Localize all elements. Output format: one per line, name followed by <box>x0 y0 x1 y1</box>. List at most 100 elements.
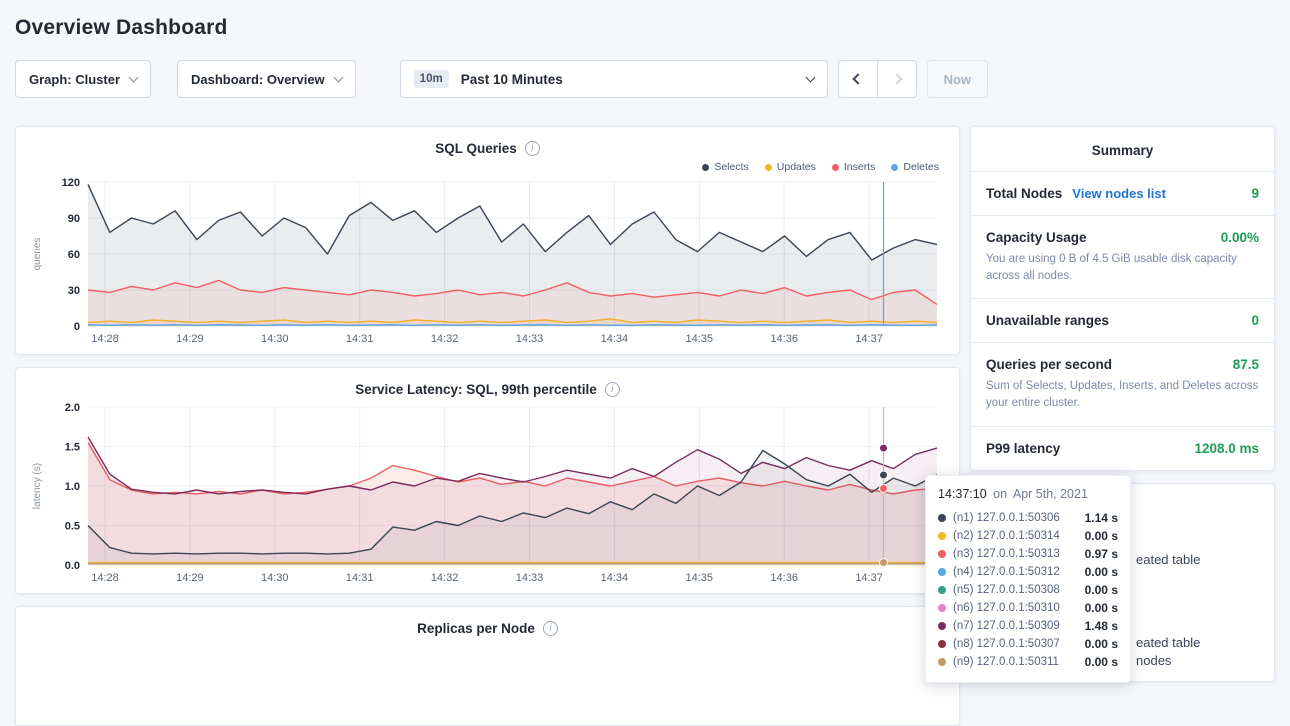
legend-dot-icon <box>891 164 898 171</box>
chart-header: Service Latency: SQL, 99th percentilei <box>28 378 947 399</box>
svg-text:14:33: 14:33 <box>516 333 544 345</box>
chevron-right-icon <box>891 73 902 84</box>
event-item-text[interactable]: eated table <box>1136 635 1200 650</box>
info-icon[interactable]: i <box>525 141 540 156</box>
node-latency-value: 0.00 s <box>1085 601 1118 615</box>
view-nodes-list-link[interactable]: View nodes list <box>1072 186 1166 201</box>
svg-text:14:34: 14:34 <box>601 333 629 345</box>
svg-text:14:36: 14:36 <box>770 572 798 584</box>
legend-label: Updates <box>777 161 816 173</box>
tooltip-node-row: (n5) 127.0.0.1:503080.00 s <box>938 581 1118 599</box>
unavailable-ranges-value: 0 <box>1251 313 1259 328</box>
total-nodes-label: Total Nodes <box>986 186 1062 201</box>
tooltip-node-row: (n9) 127.0.0.1:503110.00 s <box>938 653 1118 671</box>
svg-text:0.0: 0.0 <box>65 560 80 572</box>
unavailable-ranges-label: Unavailable ranges <box>986 313 1109 328</box>
info-icon[interactable]: i <box>543 621 558 636</box>
svg-text:14:30: 14:30 <box>261 333 289 345</box>
tooltip-node-row: (n3) 127.0.0.1:50313 0.97 s <box>938 545 1118 563</box>
tooltip-node-row: (n6) 127.0.0.1:50310 0.00 s <box>938 599 1118 617</box>
svg-text:14:35: 14:35 <box>686 572 714 584</box>
tooltip-node-row: (n7) 127.0.0.1:503091.48 s <box>938 617 1118 635</box>
node-color-dot <box>938 586 946 594</box>
node-color-dot <box>938 550 946 558</box>
summary-queries-per-second: Queries per second 87.5 Sum of Selects, … <box>971 342 1274 425</box>
prev-range-button[interactable] <box>838 60 878 98</box>
summary-p99-latency: P99 latency 1208.0 ms <box>971 426 1274 470</box>
chart-header: Replicas per Node i <box>28 617 947 638</box>
chart-plot-sql-queries[interactable]: 030609012014:2814:2914:3014:3114:3214:33… <box>28 174 949 350</box>
tooltip-node-row: (n4) 127.0.0.1:503120.00 s <box>938 563 1118 581</box>
svg-text:14:31: 14:31 <box>346 572 374 584</box>
node-label: (n6) 127.0.0.1:50310 <box>953 602 1060 614</box>
svg-text:1.0: 1.0 <box>65 481 80 493</box>
chart-title: SQL Queries <box>435 141 517 156</box>
svg-text:14:37: 14:37 <box>855 333 883 345</box>
node-latency-value: 0.00 s <box>1085 637 1118 651</box>
event-item-text[interactable]: eated table <box>1136 552 1200 567</box>
node-color-dot <box>938 568 946 576</box>
legend-dot-icon <box>832 164 839 171</box>
legend-item[interactable]: Inserts <box>832 160 876 174</box>
svg-text:queries: queries <box>32 238 43 271</box>
overview-dashboard-page: Overview Dashboard Graph: Cluster Dashbo… <box>0 0 1290 689</box>
legend-label: Selects <box>714 161 748 173</box>
node-color-dot <box>938 604 946 612</box>
svg-text:14:30: 14:30 <box>261 572 289 584</box>
time-range-label: Past 10 Minutes <box>461 72 563 87</box>
legend-item[interactable]: Selects <box>702 160 748 174</box>
chart-title: Replicas per Node <box>417 621 535 636</box>
svg-text:120: 120 <box>62 177 80 189</box>
p99-latency-value: 1208.0 ms <box>1194 441 1259 456</box>
info-icon[interactable]: i <box>605 382 620 397</box>
next-range-button[interactable] <box>877 60 917 98</box>
node-label: (n4) 127.0.0.1:50312 <box>953 566 1060 578</box>
summary-title: Summary <box>971 127 1274 171</box>
chart-hover-tooltip: 14:37:10 on Apr 5th, 2021 (n1) 127.0.0.1… <box>925 475 1131 683</box>
capacity-usage-label: Capacity Usage <box>986 230 1087 245</box>
dashboard-dropdown-label: Dashboard: Overview <box>191 72 325 87</box>
chart-plot-service-latency[interactable]: 0.00.51.01.52.014:2814:2914:3014:3114:32… <box>28 399 949 589</box>
tooltip-on-word: on <box>993 487 1007 501</box>
time-range-selector[interactable]: 10m Past 10 Minutes <box>400 60 828 98</box>
event-item-text[interactable]: nodes <box>1136 653 1171 668</box>
chart-legend: Selects Updates Inserts Deletes <box>28 158 947 174</box>
svg-text:14:29: 14:29 <box>176 572 204 584</box>
node-latency-value: 1.48 s <box>1085 619 1118 633</box>
legend-dot-icon <box>765 164 772 171</box>
node-color-dot <box>938 622 946 630</box>
summary-unavailable-ranges: Unavailable ranges 0 <box>971 298 1274 342</box>
tooltip-header: 14:37:10 on Apr 5th, 2021 <box>938 487 1118 501</box>
summary-capacity-usage: Capacity Usage 0.00% You are using 0 B o… <box>971 215 1274 298</box>
node-label: (n3) 127.0.0.1:50313 <box>953 548 1060 560</box>
node-label: (n5) 127.0.0.1:50308 <box>953 584 1060 596</box>
node-color-dot <box>938 658 946 666</box>
node-color-dot <box>938 640 946 648</box>
capacity-usage-value: 0.00% <box>1221 230 1259 245</box>
capacity-usage-description: You are using 0 B of 4.5 GiB usable disk… <box>986 251 1259 284</box>
node-latency-value: 0.97 s <box>1085 547 1118 561</box>
chevron-down-icon <box>805 72 815 82</box>
svg-text:60: 60 <box>68 249 80 261</box>
tooltip-node-rows: (n1) 127.0.0.1:503061.14 s(n2) 127.0.0.1… <box>938 509 1118 671</box>
node-label: (n8) 127.0.0.1:50307 <box>953 638 1060 650</box>
node-latency-value: 0.00 s <box>1085 655 1118 669</box>
graph-dropdown[interactable]: Graph: Cluster <box>15 60 151 98</box>
svg-text:14:29: 14:29 <box>176 333 204 345</box>
svg-text:14:31: 14:31 <box>346 333 374 345</box>
node-color-dot <box>938 514 946 522</box>
node-label: (n2) 127.0.0.1:50314 <box>953 530 1060 542</box>
svg-text:90: 90 <box>68 213 80 225</box>
svg-text:14:35: 14:35 <box>686 333 714 345</box>
legend-item[interactable]: Updates <box>765 160 816 174</box>
qps-label: Queries per second <box>986 357 1112 372</box>
dashboard-dropdown[interactable]: Dashboard: Overview <box>177 60 356 98</box>
p99-latency-label: P99 latency <box>986 441 1060 456</box>
svg-text:14:37: 14:37 <box>855 572 883 584</box>
tooltip-date: Apr 5th, 2021 <box>1013 487 1088 501</box>
legend-item[interactable]: Deletes <box>891 160 939 174</box>
tooltip-node-row: (n2) 127.0.0.1:503140.00 s <box>938 527 1118 545</box>
chevron-down-icon <box>333 72 343 82</box>
now-button[interactable]: Now <box>927 60 988 98</box>
chart-panel-sql-queries: SQL Queries i Selects Updates Inserts Deletes… <box>15 126 960 355</box>
